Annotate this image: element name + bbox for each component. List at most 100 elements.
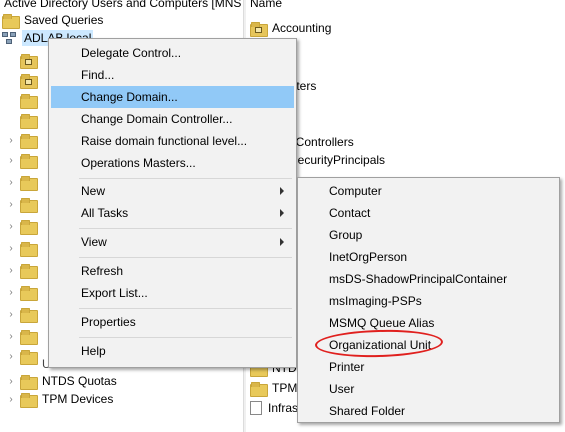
folder-icon <box>20 285 38 301</box>
menu-item-label: Change Domain Controller... <box>81 112 233 126</box>
tree-child-row[interactable]: › <box>6 238 42 258</box>
tree-child-row[interactable]: › <box>6 130 42 150</box>
menu-item-refresh[interactable]: Refresh <box>51 260 294 282</box>
tree-child-row[interactable]: › <box>6 216 42 236</box>
menu-item-find[interactable]: Find... <box>51 64 294 86</box>
tree-item-label: TPM Devices <box>42 392 114 406</box>
tree-child-row[interactable]: › <box>6 150 42 170</box>
menu-separator <box>79 228 292 229</box>
expand-icon[interactable]: › <box>6 282 16 302</box>
menu-separator <box>79 308 292 309</box>
menu-item-change-domain-controller[interactable]: Change Domain Controller... <box>51 108 294 130</box>
tree-item-ntds-quotas[interactable]: › NTDS Quotas <box>6 371 117 391</box>
expand-icon[interactable]: › <box>6 194 16 214</box>
tree-child-row[interactable]: › <box>6 260 42 280</box>
expand-icon[interactable] <box>6 70 16 90</box>
column-header-name[interactable]: Name <box>250 0 282 10</box>
submenu-item-organizational-unit[interactable]: Organizational Unit <box>300 334 557 356</box>
menu-item-raise-functional-level[interactable]: Raise domain functional level... <box>51 130 294 152</box>
tree-child-row[interactable] <box>6 70 42 90</box>
list-item[interactable]: TPM <box>250 378 297 398</box>
menu-item-change-domain[interactable]: Change Domain... <box>51 86 294 108</box>
expand-icon[interactable] <box>6 110 16 130</box>
menu-item-label: msImaging-PSPs <box>329 294 422 308</box>
menu-item-label: Find... <box>81 68 115 82</box>
menu-item-label: Export List... <box>81 286 148 300</box>
menu-item-label: Shared Folder <box>329 404 406 418</box>
tree-child-row[interactable] <box>6 110 42 130</box>
folder-icon <box>20 113 38 129</box>
folder-icon <box>20 307 38 323</box>
expand-icon[interactable]: › <box>6 304 16 324</box>
expand-icon[interactable]: › <box>6 371 16 391</box>
submenu-item-user[interactable]: User <box>300 378 557 400</box>
tree-child-row[interactable]: › <box>6 326 42 346</box>
folder-icon <box>250 381 268 397</box>
submenu-arrow-icon <box>280 238 284 246</box>
menu-separator <box>79 178 292 179</box>
folder-icon <box>20 175 38 191</box>
tree-item-label: Saved Queries <box>24 13 104 27</box>
submenu-item-inetorgperson[interactable]: InetOrgPerson <box>300 246 557 268</box>
ou-folder-icon <box>20 53 38 69</box>
folder-icon <box>20 374 38 390</box>
context-menu: Delegate Control... Find... Change Domai… <box>48 38 297 368</box>
submenu-item-group[interactable]: Group <box>300 224 557 246</box>
folder-icon <box>20 133 38 149</box>
menu-item-help[interactable]: Help <box>51 340 294 362</box>
submenu-arrow-icon <box>280 209 284 217</box>
menu-item-all-tasks[interactable]: All Tasks <box>51 202 294 224</box>
menu-item-label: Refresh <box>81 264 124 278</box>
tree-child-row[interactable]: › <box>6 172 42 192</box>
expand-icon[interactable]: › <box>6 389 16 409</box>
expand-icon[interactable]: › <box>6 216 16 236</box>
menu-item-label: Change Domain... <box>81 90 178 104</box>
tree-child-row[interactable]: › <box>6 194 42 214</box>
expand-icon[interactable]: › <box>6 172 16 192</box>
menu-separator <box>79 257 292 258</box>
expand-icon[interactable] <box>6 90 16 110</box>
expand-icon[interactable]: › <box>6 238 16 258</box>
expand-icon[interactable] <box>6 50 16 70</box>
tree-item-saved-queries[interactable]: Saved Queries <box>2 10 103 30</box>
submenu-arrow-icon <box>280 187 284 195</box>
menu-item-label: View <box>81 235 107 249</box>
menu-item-new[interactable]: New <box>51 180 294 202</box>
tree-child-row[interactable] <box>6 90 42 110</box>
submenu-item-shadow-principal-container[interactable]: msDS-ShadowPrincipalContainer <box>300 268 557 290</box>
menu-item-label: Organizational Unit <box>329 338 432 352</box>
list-item[interactable]: nSecurityPrincipals <box>283 150 385 170</box>
folder-icon <box>20 263 38 279</box>
menu-item-delegate-control[interactable]: Delegate Control... <box>51 42 294 64</box>
submenu-item-computer[interactable]: Computer <box>300 180 557 202</box>
menu-item-label: msDS-ShadowPrincipalContainer <box>329 272 508 286</box>
menu-item-export-list[interactable]: Export List... <box>51 282 294 304</box>
expand-icon[interactable]: › <box>6 326 16 346</box>
submenu-item-contact[interactable]: Contact <box>300 202 557 224</box>
submenu-item-shared-folder[interactable]: Shared Folder <box>300 400 557 422</box>
menu-item-label: Group <box>329 228 363 242</box>
menu-item-label: Delegate Control... <box>81 46 182 60</box>
tree-child-row[interactable]: › <box>6 282 42 302</box>
tree-child-row[interactable] <box>6 50 42 70</box>
expand-icon[interactable]: › <box>6 150 16 170</box>
document-icon <box>250 401 262 415</box>
menu-item-operations-masters[interactable]: Operations Masters... <box>51 152 294 174</box>
tree-item-tpm-devices[interactable]: › TPM Devices <box>6 389 113 409</box>
submenu-item-msmq-queue-alias[interactable]: MSMQ Queue Alias <box>300 312 557 334</box>
menu-item-label: User <box>329 382 355 396</box>
folder-icon <box>2 13 20 29</box>
list-item[interactable]: Infras <box>250 398 298 418</box>
expand-icon[interactable]: › <box>6 130 16 150</box>
expand-icon[interactable]: › <box>6 260 16 280</box>
menu-item-label: Computer <box>329 184 382 198</box>
list-item[interactable]: Accounting <box>250 18 331 38</box>
tree-child-row[interactable]: › <box>6 304 42 324</box>
menu-item-label: Properties <box>81 315 136 329</box>
submenu-item-msimaging-psps[interactable]: msImaging-PSPs <box>300 290 557 312</box>
list-item-label: nSecurityPrincipals <box>283 153 386 167</box>
submenu-item-printer[interactable]: Printer <box>300 356 557 378</box>
menu-item-view[interactable]: View <box>51 231 294 253</box>
menu-item-properties[interactable]: Properties <box>51 311 294 333</box>
folder-icon <box>20 392 38 408</box>
